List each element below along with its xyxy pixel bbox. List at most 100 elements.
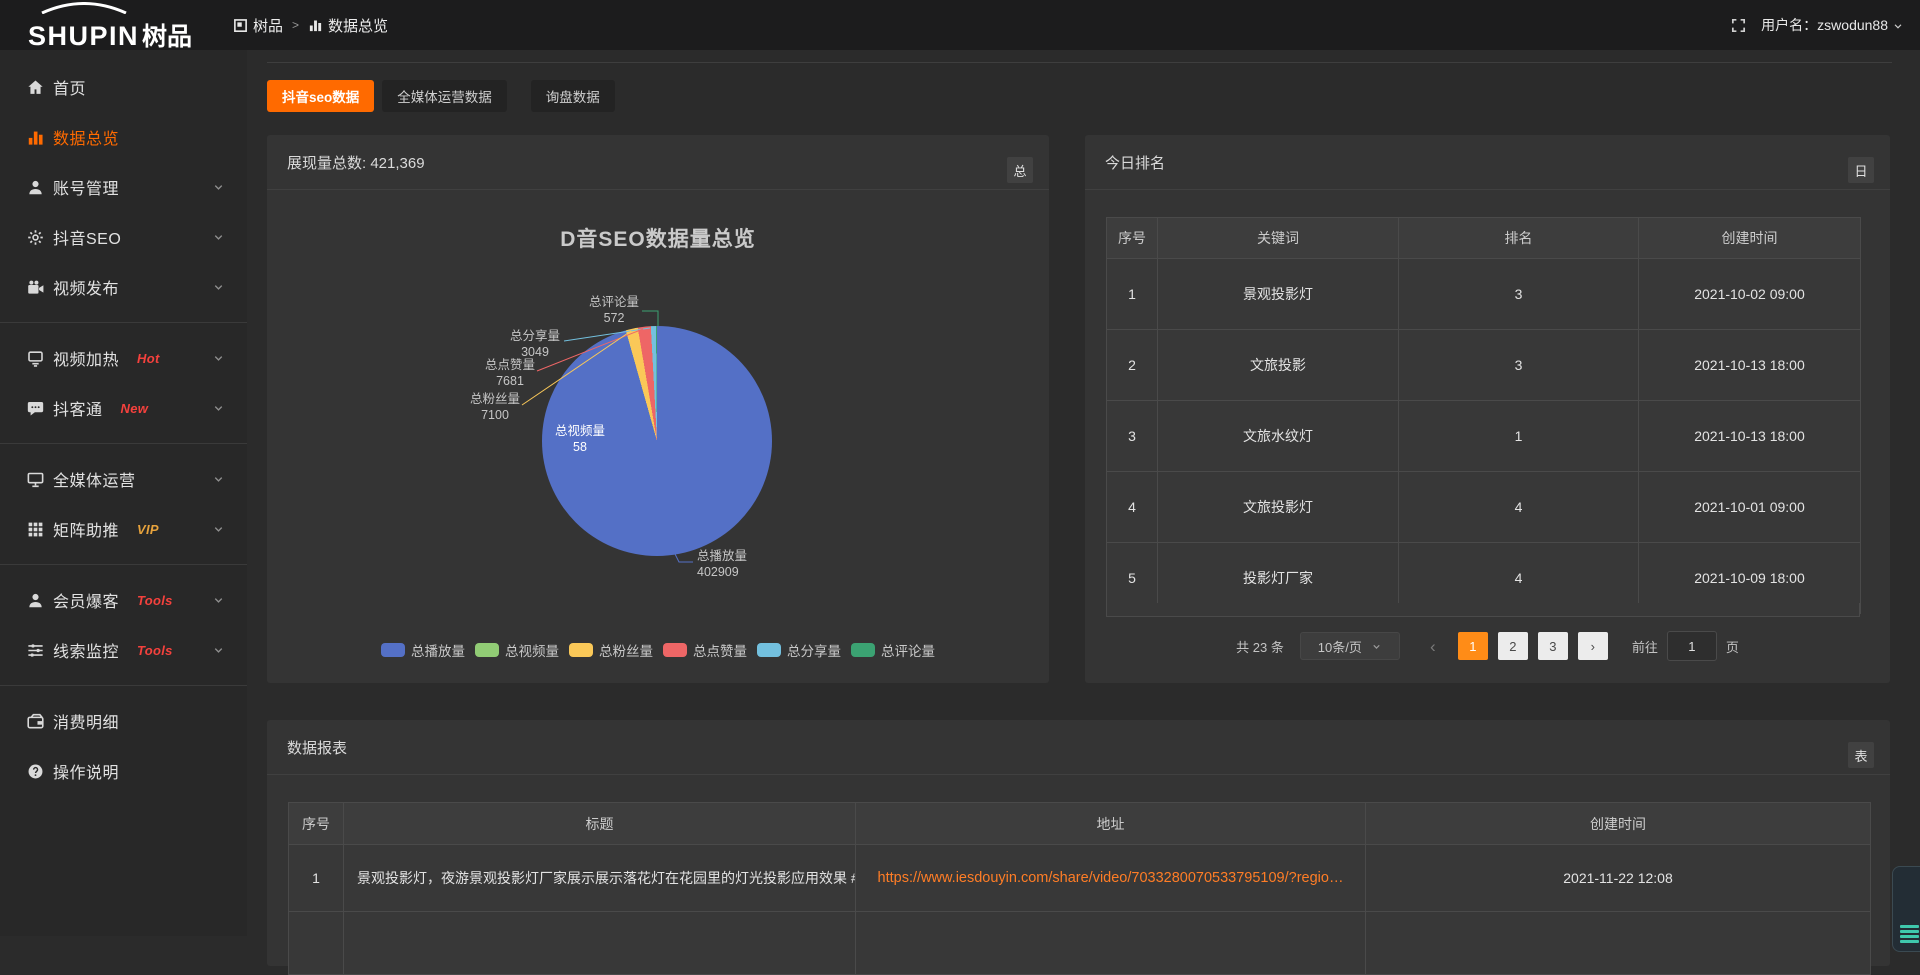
breadcrumb-separator: > xyxy=(292,18,299,32)
report-table-badge[interactable]: 表 xyxy=(1848,742,1874,768)
legend-swatch xyxy=(757,643,781,657)
sidebar-menu: 首页 数据总览 账号管理 抖音SEO 视频发布 视频加热 Hot 抖客通 New… xyxy=(0,50,247,936)
page-button-1[interactable]: 1 xyxy=(1458,632,1488,660)
rank-table-partial-row xyxy=(1106,603,1860,617)
chevron-down-icon xyxy=(212,231,225,244)
overview-panel-header: 展现量总数: 421,369 总 xyxy=(267,135,1049,190)
heater-icon xyxy=(25,348,45,368)
chart-bar-icon xyxy=(25,127,45,147)
col-index: 序号 xyxy=(1107,218,1158,259)
logo-text-en: SHUPIN xyxy=(28,23,139,50)
sidebar-item-question[interactable]: 操作说明 xyxy=(0,746,247,796)
legend-label: 总粉丝量 xyxy=(599,640,653,660)
page-size-select[interactable]: 10条/页 xyxy=(1300,632,1400,660)
table-cell: 4 xyxy=(1107,472,1158,543)
app-mini-icon xyxy=(233,18,248,33)
sliders-icon xyxy=(25,640,45,660)
legend-label: 总评论量 xyxy=(881,640,935,660)
sidebar-item-wallet[interactable]: 消费明细 xyxy=(0,696,247,746)
sidebar-item-grid[interactable]: 矩阵助推 VIP xyxy=(0,504,247,554)
sidebar-divider xyxy=(0,443,247,444)
report-panel-title: 数据报表 xyxy=(287,737,347,758)
sidebar-item-chat[interactable]: 抖客通 New xyxy=(0,383,247,433)
scrollbar-widget[interactable] xyxy=(1892,866,1920,952)
legend-item[interactable]: 总分享量 xyxy=(757,640,841,660)
prev-page-button[interactable]: ‹ xyxy=(1424,638,1442,655)
col-created: 创建时间 xyxy=(1366,803,1871,845)
chevron-down-icon xyxy=(212,402,225,415)
rank-day-badge[interactable]: 日 xyxy=(1848,157,1874,183)
legend-swatch xyxy=(569,643,593,657)
sidebar-item-label: 视频加热 xyxy=(53,346,119,370)
goto-label: 前往 xyxy=(1632,637,1658,656)
col-index: 序号 xyxy=(289,803,344,845)
user-menu[interactable]: 用户名：zswodun88 xyxy=(1761,15,1904,35)
table-cell: 2021-10-13 18:00 xyxy=(1639,401,1861,472)
legend-item[interactable]: 总点赞量 xyxy=(663,640,747,660)
chevron-down-icon xyxy=(212,281,225,294)
sidebar-item-video-camera[interactable]: 视频发布 xyxy=(0,262,247,312)
data-tabs: 抖音seo数据全媒体运营数据询盘数据 xyxy=(267,80,615,112)
chevron-down-icon xyxy=(1892,20,1904,32)
legend-item[interactable]: 总粉丝量 xyxy=(569,640,653,660)
sidebar-item-monitor[interactable]: 全媒体运营 xyxy=(0,454,247,504)
col-title: 标题 xyxy=(344,803,856,845)
table-row: 1 景观投影灯，夜游景观投影灯厂家展示展示落花灯在花园里的灯光投影应用效果 # … xyxy=(289,845,1871,912)
sidebar-item-label: 首页 xyxy=(53,75,86,99)
breadcrumb-current[interactable]: 数据总览 xyxy=(308,15,388,36)
pagination: 共 23 条 10条/页 ‹ 123› 前往 页 xyxy=(1085,632,1890,660)
page-button-2[interactable]: 2 xyxy=(1498,632,1528,660)
sidebar-item-tag: Hot xyxy=(137,351,160,366)
sidebar-item-tag: VIP xyxy=(137,522,159,537)
sidebar-item-label: 操作说明 xyxy=(53,759,119,783)
sidebar-item-home[interactable]: 首页 xyxy=(0,62,247,112)
page-button-3[interactable]: 3 xyxy=(1538,632,1568,660)
table-cell: 2 xyxy=(1107,330,1158,401)
tab-1[interactable]: 全媒体运营数据 xyxy=(382,80,507,112)
sidebar-item-label: 数据总览 xyxy=(53,125,119,149)
question-icon xyxy=(25,761,45,781)
legend-swatch xyxy=(475,643,499,657)
rank-panel: 今日排名 日 序号 关键词 排名 创建时间 1景观投影灯32021-10-02 … xyxy=(1085,135,1890,683)
legend-swatch xyxy=(663,643,687,657)
sidebar-item-heater[interactable]: 视频加热 Hot xyxy=(0,333,247,383)
next-page-button[interactable]: › xyxy=(1578,632,1608,660)
legend-item[interactable]: 总播放量 xyxy=(381,640,465,660)
pie-label-shares: 总分享量3049 xyxy=(510,328,560,360)
app-logo[interactable]: SHUPIN 树品 xyxy=(28,0,192,57)
sidebar-item-label: 视频发布 xyxy=(53,275,119,299)
video-link[interactable]: https://www.iesdouyin.com/share/video/70… xyxy=(856,845,1366,912)
table-cell: 1 xyxy=(1399,401,1639,472)
fullscreen-icon[interactable] xyxy=(1730,17,1747,34)
sidebar-item-chart-bar[interactable]: 数据总览 xyxy=(0,112,247,162)
legend-item[interactable]: 总视频量 xyxy=(475,640,559,660)
top-header: SHUPIN 树品 树品 > 数据总览 用户名：zswodun88 xyxy=(0,0,1920,50)
breadcrumb: 树品 > 数据总览 xyxy=(233,0,388,50)
header-divider xyxy=(267,62,1892,63)
legend-label: 总播放量 xyxy=(411,640,465,660)
chevron-down-icon xyxy=(212,594,225,607)
table-cell: 景观投影灯 xyxy=(1158,259,1399,330)
report-panel: 数据报表 表 序号 标题 地址 创建时间 1 景观投影灯，夜游景观投影灯厂家展示… xyxy=(267,720,1890,966)
legend-item[interactable]: 总评论量 xyxy=(851,640,935,660)
tab-2[interactable]: 询盘数据 xyxy=(531,80,615,112)
overview-total-badge[interactable]: 总 xyxy=(1007,157,1033,183)
sidebar-item-user[interactable]: 账号管理 xyxy=(0,162,247,212)
legend-swatch xyxy=(851,643,875,657)
cell-created: 2021-11-22 12:08 xyxy=(1366,845,1871,912)
user-label: 用户名：zswodun88 xyxy=(1761,15,1888,35)
user-icon xyxy=(25,177,45,197)
pie-label-comments: 总评论量572 xyxy=(589,294,639,326)
breadcrumb-root[interactable]: 树品 xyxy=(233,15,283,36)
sidebar-item-label: 矩阵助推 xyxy=(53,517,119,541)
logo-arc xyxy=(36,2,132,14)
table-cell: 1 xyxy=(1107,259,1158,330)
legend-label: 总视频量 xyxy=(505,640,559,660)
goto-page-input[interactable] xyxy=(1667,631,1717,661)
pie-label-fans: 总粉丝量7100 xyxy=(470,391,520,423)
sidebar-item-user-tools[interactable]: 会员爆客 Tools xyxy=(0,575,247,625)
sidebar-item-gear[interactable]: 抖音SEO xyxy=(0,212,247,262)
sidebar-item-sliders[interactable]: 线索监控 Tools xyxy=(0,625,247,675)
table-cell: 3 xyxy=(1107,401,1158,472)
tab-0[interactable]: 抖音seo数据 xyxy=(267,80,374,112)
